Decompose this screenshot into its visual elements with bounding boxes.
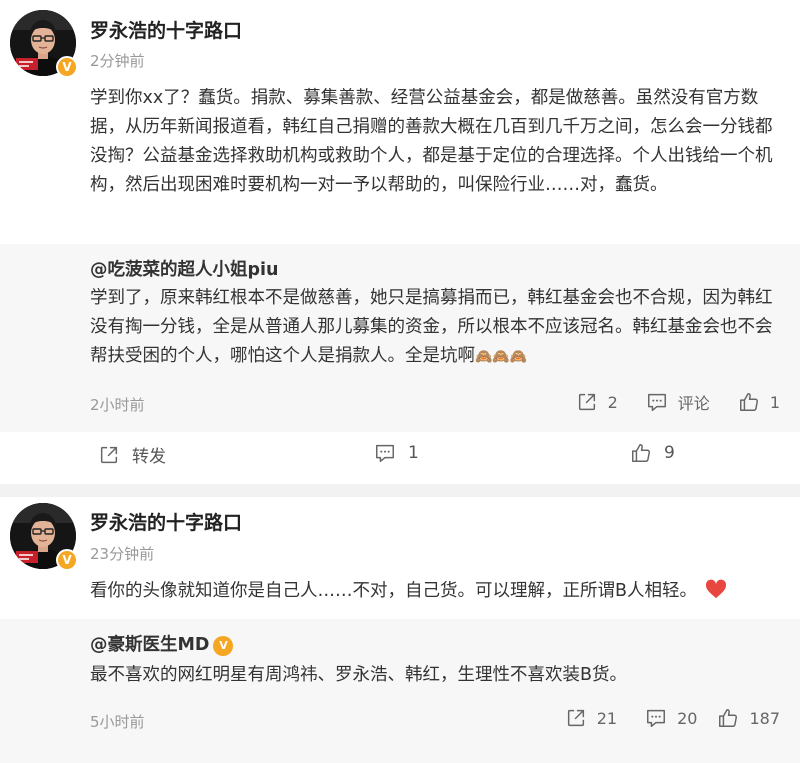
post-actions: 转发 1 9	[0, 442, 800, 474]
quoted-author[interactable]: @豪斯医生MD V	[90, 631, 234, 656]
like-count: 9	[664, 443, 675, 463]
quoted-repost-button[interactable]: 2	[576, 391, 618, 413]
quoted-text: 最不喜欢的网红明星有周鸿祎、罗永浩、韩红，生理性不喜欢装B货。	[90, 665, 628, 685]
comment-icon	[645, 707, 667, 729]
quoted-author-name: @豪斯医生MD	[90, 635, 210, 655]
quoted-post[interactable]: @吃菠菜的超人小姐piu 学到了，原来韩红根本不是做慈善，她只是搞募捐而已，韩红…	[0, 244, 800, 432]
share-icon	[565, 707, 587, 729]
quoted-actions: 2 评论 1	[554, 390, 780, 414]
quoted-text-body: 学到了，原来韩红根本不是做慈善，她只是搞募捐而已，韩红基金会也不合规，因为韩红没…	[90, 288, 773, 366]
share-icon	[576, 391, 598, 413]
quoted-comment-count: 20	[677, 708, 698, 728]
quoted-time: 5小时前	[90, 713, 145, 731]
repost-button[interactable]: 转发	[98, 442, 166, 467]
monkey-emoji-icon: 🙈🙈🙈	[475, 349, 528, 365]
quoted-repost-count: 2	[607, 392, 618, 412]
quoted-like-button[interactable]: 1	[738, 391, 780, 413]
verified-badge-icon: V	[56, 56, 78, 78]
verified-badge-icon: V	[213, 635, 234, 656]
quoted-like-count: 187	[749, 708, 780, 728]
like-icon	[630, 442, 652, 464]
quoted-text: 学到了，原来韩红根本不是做慈善，她只是搞募捐而已，韩红基金会也不合规，因为韩红没…	[90, 284, 780, 372]
quoted-comment-button[interactable]: 评论	[646, 390, 710, 414]
post-content-text: 看你的头像就知道你是自己人……不对，自己货。可以理解，正所谓B人相轻。	[90, 581, 698, 601]
comment-icon	[646, 391, 668, 413]
post-time: 2分钟前	[90, 52, 145, 70]
post-content: 学到你xx了？蠢货。捐款、募集善款、经营公益基金会，都是做慈善。虽然没有官方数据…	[90, 88, 773, 195]
quoted-like-count: 1	[769, 392, 780, 412]
post-card: V 罗永浩的十字路口 23分钟前 看你的头像就知道你是自己人……不对，自己货。可…	[0, 497, 800, 763]
quoted-post[interactable]: @豪斯医生MD V 最不喜欢的网红明星有周鸿祎、罗永浩、韩红，生理性不喜欢装B货。…	[0, 619, 800, 763]
share-icon	[98, 444, 120, 466]
like-icon	[717, 707, 739, 729]
quoted-comment-label: 评论	[677, 394, 710, 413]
quoted-like-button[interactable]: 187	[717, 707, 780, 729]
quoted-author[interactable]: @吃菠菜的超人小姐piu	[90, 256, 278, 281]
post-separator	[0, 484, 800, 497]
post-card: V 罗永浩的十字路口 2分钟前 学到你xx了？蠢货。捐款、募集善款、经营公益基金…	[0, 0, 800, 484]
heart-icon	[705, 579, 727, 599]
post-content: 看你的头像就知道你是自己人……不对，自己货。可以理解，正所谓B人相轻。	[90, 577, 780, 606]
quoted-actions: 21 20 187	[543, 707, 780, 729]
quoted-repost-count: 21	[596, 708, 618, 728]
quoted-repost-button[interactable]: 21	[565, 707, 617, 729]
quoted-comment-button[interactable]: 20	[645, 707, 697, 729]
quoted-time: 2小时前	[90, 396, 145, 414]
author-name[interactable]: 罗永浩的十字路口	[90, 16, 242, 43]
repost-label: 转发	[132, 447, 166, 467]
verified-badge-icon: V	[56, 549, 78, 571]
like-icon	[738, 391, 760, 413]
like-button[interactable]: 9	[630, 442, 675, 464]
comment-button[interactable]: 1	[374, 442, 419, 464]
comment-count: 1	[408, 443, 419, 463]
post-time: 23分钟前	[90, 545, 155, 563]
author-name[interactable]: 罗永浩的十字路口	[90, 508, 242, 535]
comment-icon	[374, 442, 396, 464]
